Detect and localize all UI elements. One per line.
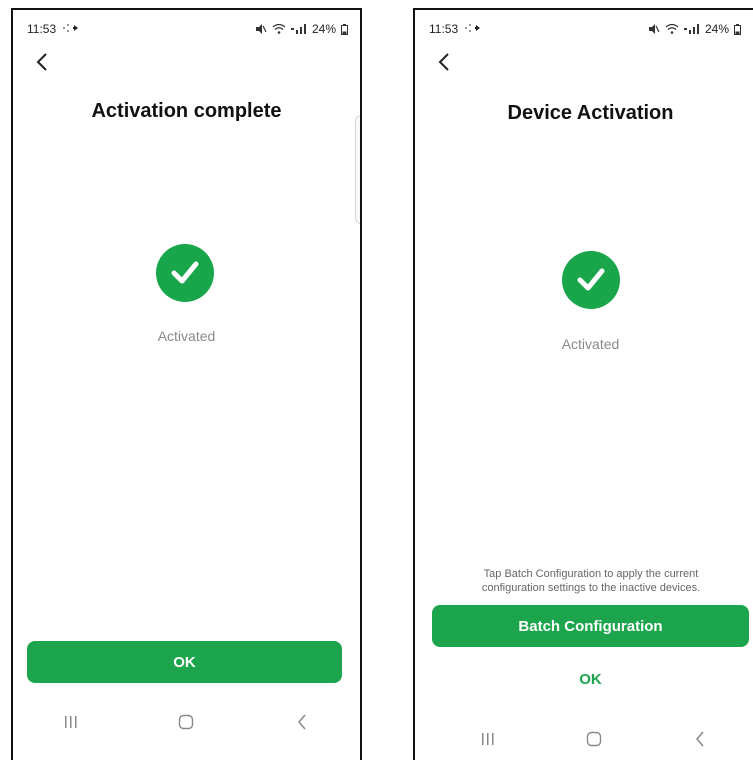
- signal-icon: [290, 24, 307, 34]
- wifi-icon: [272, 24, 286, 34]
- phone-screen-device-activation: 11:53 24% Device Activation Activated Ta…: [413, 8, 753, 760]
- recent-apps-icon[interactable]: [59, 710, 83, 734]
- hint-line-2: configuration settings to the inactive d…: [481, 582, 701, 594]
- mute-icon: [255, 24, 267, 34]
- batch-config-hint: Tap Batch Configuration to apply the cur…: [443, 567, 739, 595]
- status-time: 11:53: [27, 22, 57, 36]
- system-nav-bar: [13, 708, 360, 736]
- battery-icon: [341, 23, 348, 35]
- home-icon[interactable]: [582, 727, 606, 751]
- back-arrow-icon[interactable]: [30, 50, 54, 74]
- battery-text: 24%: [311, 22, 336, 36]
- battery-icon: [734, 23, 741, 35]
- wifi-icon: [665, 24, 679, 34]
- checkmark-icon: [562, 251, 620, 309]
- signal-icon: [683, 24, 700, 34]
- cast-icon: [463, 22, 485, 37]
- page-title: Activation complete: [91, 100, 282, 122]
- home-icon[interactable]: [174, 710, 198, 734]
- phone-screen-activation-complete: 11:53 24% Activation complete Activated …: [11, 8, 362, 760]
- back-nav-icon[interactable]: [290, 710, 314, 734]
- ok-button[interactable]: OK: [428, 671, 753, 688]
- status-time: 11:53: [429, 22, 459, 36]
- status-bar: 11:53 24%: [429, 20, 741, 38]
- back-nav-icon[interactable]: [688, 727, 712, 751]
- page-title: Device Activation: [507, 102, 674, 124]
- hint-line-1: Tap Batch Configuration to apply the cur…: [483, 568, 699, 580]
- recent-apps-icon[interactable]: [476, 727, 500, 751]
- activation-status-text: Activated: [561, 336, 620, 352]
- system-nav-bar: [415, 725, 753, 753]
- batch-configuration-button[interactable]: Batch Configuration: [432, 605, 749, 647]
- checkmark-icon: [156, 244, 214, 302]
- ok-button[interactable]: OK: [27, 641, 342, 683]
- back-arrow-icon[interactable]: [432, 50, 456, 74]
- scroll-indicator: [355, 115, 360, 224]
- cast-icon: [61, 22, 83, 37]
- status-bar: 11:53 24%: [27, 20, 348, 38]
- activation-status-text: Activated: [157, 328, 216, 344]
- mute-icon: [648, 24, 660, 34]
- battery-text: 24%: [704, 22, 729, 36]
